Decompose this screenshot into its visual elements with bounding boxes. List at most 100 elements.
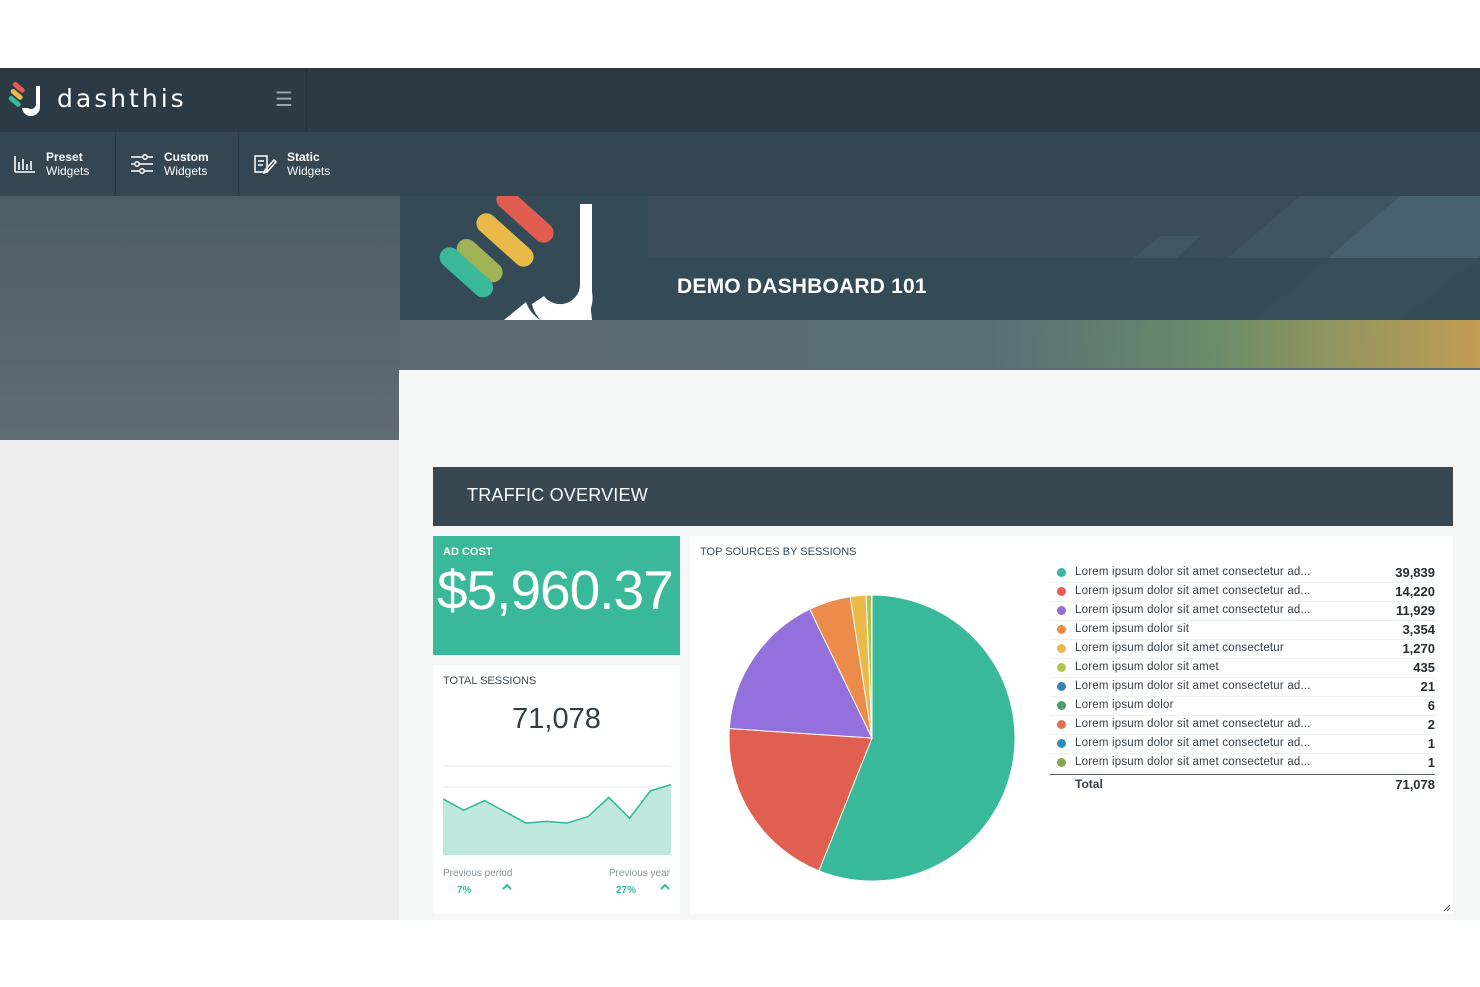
legend-label: Lorem ipsum dolor sit amet consectetur a… (1075, 680, 1311, 692)
sparkline-point (525, 822, 527, 824)
legend-label: Lorem ipsum dolor (1075, 699, 1174, 711)
legend-value: 1 (1427, 736, 1435, 751)
widgets-toolbar: Preset Widgets Custom Widgets Static Widget… (0, 132, 1480, 196)
legend-value: 435 (1413, 660, 1435, 675)
legend-swatch (1057, 663, 1066, 672)
legend-value: 3,354 (1402, 622, 1435, 637)
sparkline-point (587, 815, 589, 818)
edit-note-icon (254, 155, 277, 174)
legend-label: Lorem ipsum dolor sit amet consectetur a… (1075, 566, 1311, 578)
sparkline-area (443, 784, 671, 855)
brand-name: dashthis (57, 84, 187, 113)
legend-swatch (1057, 568, 1066, 577)
sparkline-point (566, 822, 569, 824)
preset-widgets-subtitle: Widgets (46, 164, 90, 178)
resize-handle-icon[interactable] (1443, 904, 1451, 912)
legend-label: Lorem ipsum dolor sit amet consectetur a… (1075, 737, 1311, 749)
sources-legend: Lorem ipsum dolor sit amet consectetur a… (1050, 564, 1435, 793)
legend-label: Lorem ipsum dolor sit amet consectetur (1075, 642, 1284, 654)
legend-swatch (1057, 701, 1066, 710)
custom-widgets-button[interactable]: Custom Widgets (116, 132, 239, 196)
section-title[interactable]: TRAFFIC OVERVIEW (467, 485, 648, 506)
section-header: TRAFFIC OVERVIEW (433, 467, 1453, 526)
dashboard-logo (400, 196, 648, 329)
custom-widgets-subtitle: Widgets (164, 164, 208, 178)
previous-period-value: 7% (457, 885, 472, 896)
legend-swatch (1057, 720, 1066, 729)
total-sessions-widget[interactable]: TOTAL SESSIONS 71,078 Previous period Pr… (433, 665, 680, 914)
static-widgets-button[interactable]: Static Widgets (239, 132, 357, 196)
legend-swatch (1057, 739, 1066, 748)
total-sessions-value: 71,078 (512, 703, 601, 735)
ad-cost-label: AD COST (443, 546, 493, 558)
legend-row[interactable]: Lorem ipsum dolor sit amet consectetur a… (1050, 678, 1435, 697)
dashboard-content: TRAFFIC OVERVIEW AD COST $5,960.37 TOTAL… (399, 370, 1480, 920)
sparkline-point (504, 811, 506, 813)
legend-total-value: 71,078 (1395, 777, 1435, 792)
legend-value: 14,220 (1395, 584, 1435, 599)
legend-row[interactable]: Lorem ipsum dolor sit amet consectetur a… (1050, 754, 1435, 773)
top-sources-title: TOP SOURCES BY SESSIONS (700, 546, 857, 558)
dashboard-title-bar: DEMO DASHBOARD 101 (648, 258, 1480, 320)
previous-year-label: Previous year (608, 868, 670, 879)
ad-cost-value: $5,960.37 (437, 559, 674, 621)
legend-value: 11,929 (1395, 603, 1435, 618)
legend-total-row: Total 71,078 (1050, 774, 1435, 793)
dashthis-logo-icon (8, 82, 41, 117)
sparkline-point (545, 820, 548, 823)
legend-value: 1 (1427, 755, 1435, 770)
previous-period-label: Previous period (443, 868, 513, 879)
hero-color-strip (400, 320, 1480, 368)
legend-label: Lorem ipsum dolor sit amet consectetur a… (1075, 718, 1311, 730)
legend-swatch (1057, 758, 1066, 767)
legend-label: Lorem ipsum dolor sit amet (1075, 661, 1219, 673)
dashboard-logo-icon (439, 196, 593, 329)
sparkline-point (462, 809, 465, 811)
legend-row[interactable]: Lorem ipsum dolor sit amet consectetur a… (1050, 564, 1435, 583)
legend-swatch (1057, 606, 1066, 615)
preset-widgets-title: Preset (46, 150, 83, 164)
legend-total-label: Total (1075, 777, 1103, 791)
hamburger-icon[interactable]: ☰ (272, 88, 296, 112)
legend-row[interactable]: Lorem ipsum dolor sit 3,354 (1050, 621, 1435, 640)
legend-label: Lorem ipsum dolor sit amet consectetur a… (1075, 585, 1311, 597)
legend-label: Lorem ipsum dolor sit amet consectetur a… (1075, 756, 1311, 768)
legend-swatch (1057, 625, 1066, 634)
brand[interactable]: dashthis (0, 68, 307, 132)
static-widgets-title: Static (287, 150, 320, 164)
sources-pie-chart (728, 594, 1016, 882)
previous-year-value: 27% (616, 885, 637, 896)
legend-label: Lorem ipsum dolor sit (1075, 623, 1190, 635)
sparkline-point (628, 817, 631, 819)
legend-row[interactable]: Lorem ipsum dolor sit amet consectetur 1,… (1050, 640, 1435, 659)
preset-widgets-button[interactable]: Preset Widgets (0, 132, 116, 196)
legend-swatch (1057, 587, 1066, 596)
sparkline-point (608, 796, 610, 799)
legend-swatch (1057, 682, 1066, 691)
legend-swatch (1057, 644, 1066, 653)
ad-cost-widget[interactable]: AD COST $5,960.37 (433, 536, 680, 655)
sparkline-point (483, 799, 486, 802)
app-window: dashthis ☰ Preset Widgets Custom Widgets… (0, 68, 1480, 920)
sliders-icon (131, 154, 153, 174)
total-sessions-label: TOTAL SESSIONS (443, 675, 537, 687)
dashboard-title[interactable]: DEMO DASHBOARD 101 (677, 275, 927, 299)
bar-chart-icon (14, 156, 35, 173)
chevron-up-icon (502, 883, 512, 890)
sparkline-point (649, 790, 652, 792)
top-sources-widget[interactable]: TOP SOURCES BY SESSIONS Lorem ipsum dolo… (690, 536, 1453, 914)
legend-row[interactable]: Lorem ipsum dolor sit amet 435 (1050, 659, 1435, 678)
legend-label: Lorem ipsum dolor sit amet consectetur a… (1075, 604, 1311, 616)
static-widgets-subtitle: Widgets (287, 164, 331, 178)
legend-value: 6 (1427, 698, 1435, 713)
legend-value: 21 (1420, 679, 1435, 694)
legend-value: 1,270 (1402, 641, 1435, 656)
top-bar: dashthis ☰ (0, 68, 1480, 132)
sessions-sparkline (443, 765, 671, 855)
legend-row[interactable]: Lorem ipsum dolor sit amet consectetur a… (1050, 735, 1435, 754)
legend-row[interactable]: Lorem ipsum dolor sit amet consectetur a… (1050, 716, 1435, 735)
legend-row[interactable]: Lorem ipsum dolor sit amet consectetur a… (1050, 583, 1435, 602)
hero-left-panel (0, 196, 400, 440)
legend-row[interactable]: Lorem ipsum dolor sit amet consectetur a… (1050, 602, 1435, 621)
legend-row[interactable]: Lorem ipsum dolor 6 (1050, 697, 1435, 716)
